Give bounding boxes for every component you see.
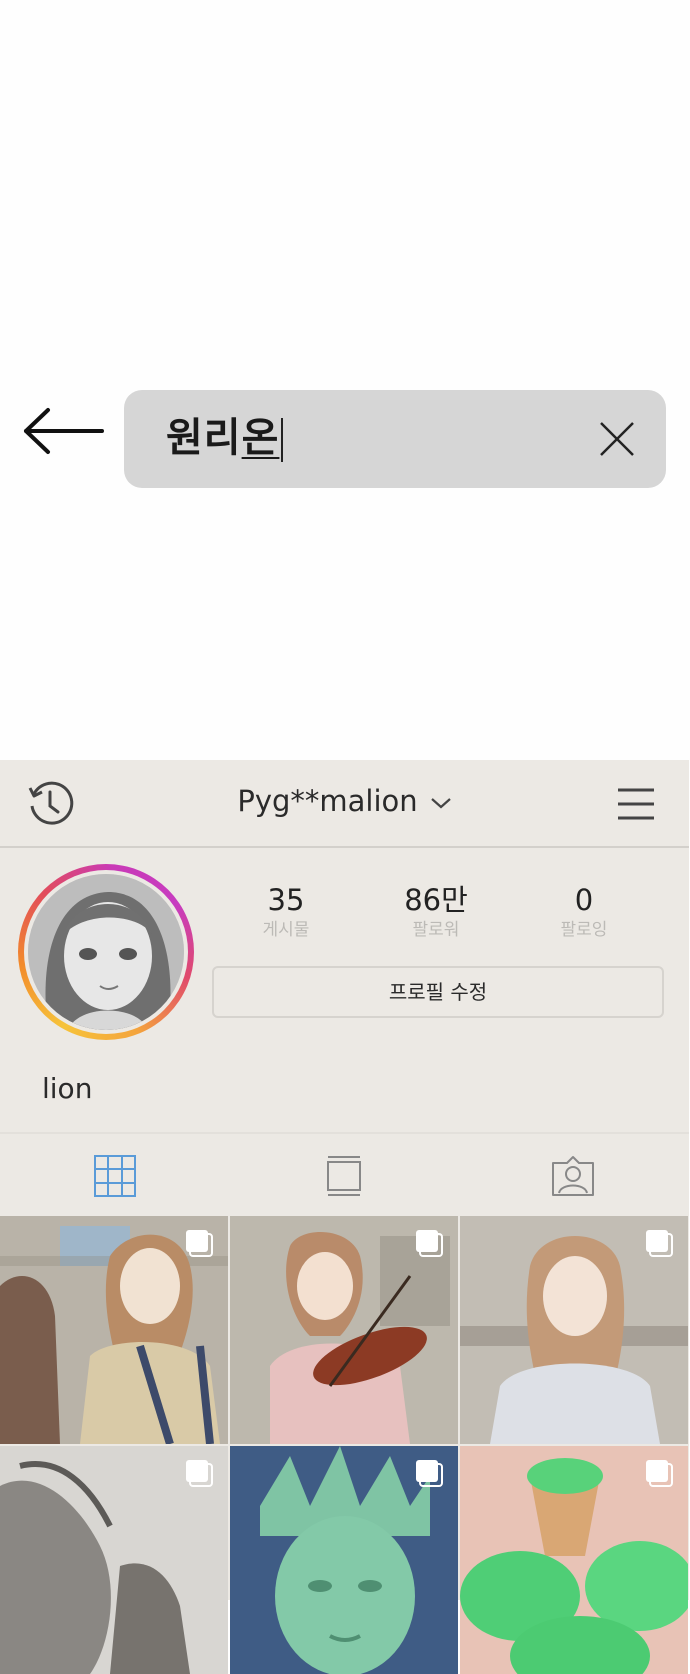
profile-panel: Pyg**malion 35 게시물 86만 팔로워 0 팔로잉 프로필 수정 … bbox=[0, 760, 689, 1674]
multiple-posts-icon bbox=[646, 1460, 673, 1487]
post-thumbnail[interactable] bbox=[0, 1216, 228, 1444]
edit-profile-button[interactable]: 프로필 수정 bbox=[212, 966, 664, 1018]
grid-icon bbox=[93, 1155, 136, 1197]
tab-tagged[interactable] bbox=[458, 1134, 687, 1218]
tab-grid[interactable] bbox=[0, 1134, 229, 1218]
post-thumbnail[interactable] bbox=[0, 1446, 228, 1674]
posts-label: 게시물 bbox=[262, 920, 310, 940]
multiple-posts-icon bbox=[416, 1230, 443, 1257]
following-stat[interactable]: 0 팔로잉 bbox=[514, 882, 654, 942]
post-thumbnail[interactable] bbox=[460, 1216, 688, 1444]
username-label: Pyg**malion bbox=[237, 784, 418, 818]
username-dropdown[interactable]: Pyg**malion bbox=[0, 784, 689, 818]
multiple-posts-icon bbox=[416, 1460, 443, 1487]
search-input[interactable]: 원리온 bbox=[124, 390, 666, 488]
hamburger-menu-icon[interactable] bbox=[616, 786, 656, 822]
following-count: 0 bbox=[574, 883, 594, 917]
posts-stat[interactable]: 35 게시물 bbox=[216, 882, 356, 942]
followers-count: 86만 bbox=[404, 883, 468, 917]
post-thumbnail[interactable] bbox=[230, 1446, 458, 1674]
profile-avatar[interactable] bbox=[18, 864, 194, 1040]
feed-icon bbox=[326, 1156, 361, 1196]
multiple-posts-icon bbox=[646, 1230, 673, 1257]
avatar-image bbox=[28, 874, 184, 1030]
followers-stat[interactable]: 86만 팔로워 bbox=[366, 882, 506, 942]
followers-label: 팔로워 bbox=[412, 920, 460, 940]
multiple-posts-icon bbox=[186, 1460, 213, 1487]
following-label: 팔로잉 bbox=[560, 920, 608, 940]
search-query-text: 원리온 bbox=[166, 410, 284, 466]
post-thumbnail[interactable] bbox=[460, 1446, 688, 1674]
tab-feed[interactable] bbox=[229, 1134, 458, 1218]
posts-count: 35 bbox=[267, 883, 305, 917]
profile-top-bar: Pyg**malion bbox=[0, 760, 689, 848]
close-icon[interactable] bbox=[598, 420, 636, 458]
back-arrow-icon[interactable] bbox=[22, 406, 104, 456]
multiple-posts-icon bbox=[186, 1230, 213, 1257]
profile-tabs bbox=[0, 1132, 689, 1218]
profile-bio: lion bbox=[42, 1072, 93, 1105]
post-thumbnail[interactable] bbox=[230, 1216, 458, 1444]
chevron-down-icon bbox=[430, 798, 451, 809]
tagged-person-icon bbox=[551, 1156, 594, 1196]
